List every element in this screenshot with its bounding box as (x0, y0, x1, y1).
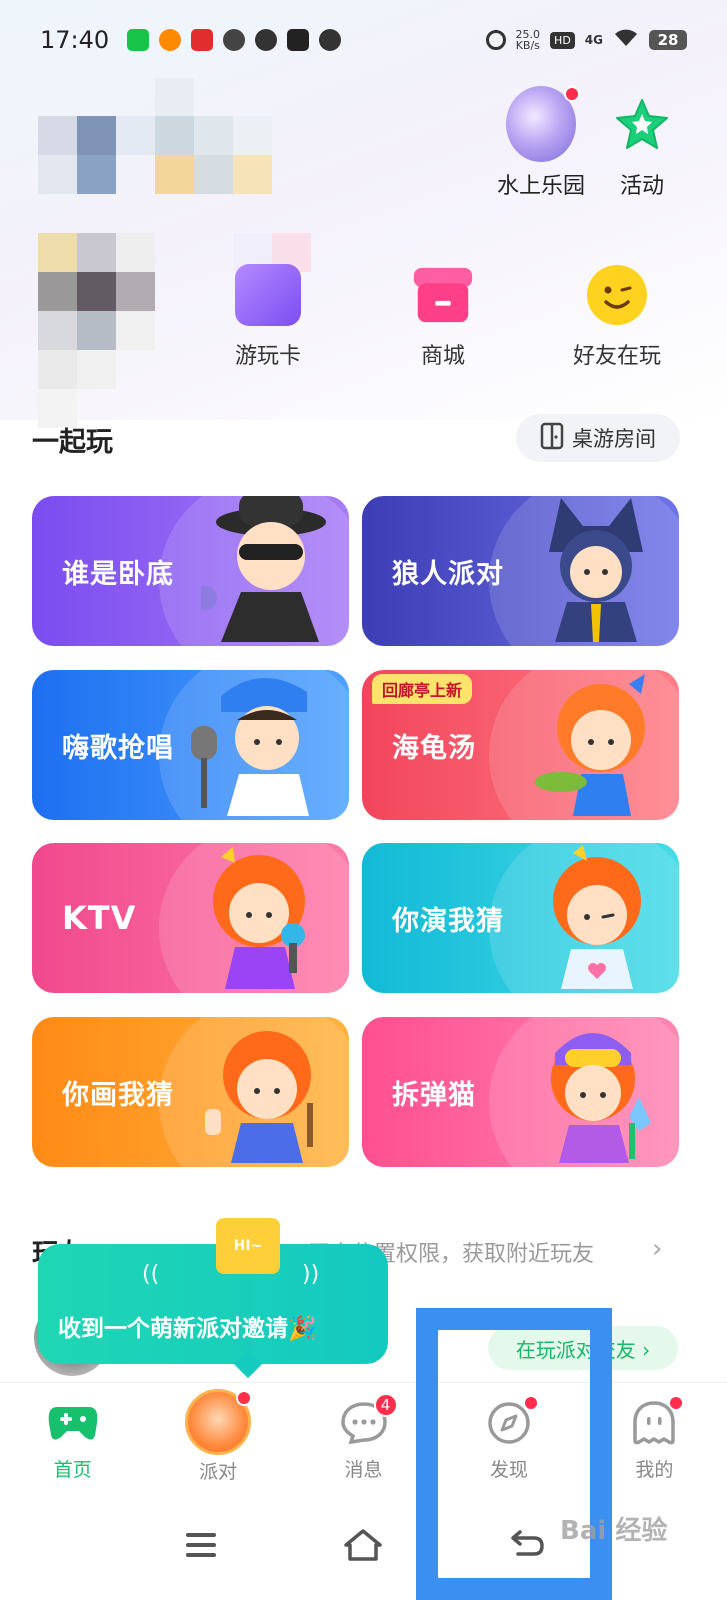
status-bar: 17:40 25.0 KB/s HD 4G 28 (0, 0, 727, 80)
message-count-badge: 4 (373, 1393, 398, 1417)
tab-me-label: 我的 (635, 1459, 674, 1481)
discover-red-dot (522, 1395, 539, 1411)
shop-icon (410, 262, 476, 328)
play-card-icon (235, 262, 301, 328)
tab-party-label: 派对 (199, 1461, 238, 1483)
game-card-defuse-cat[interactable]: 拆弹猫 (362, 1017, 679, 1167)
game-title: 嗨歌抢唱 (62, 732, 174, 764)
spy-character-icon (193, 496, 331, 646)
game-title: KTV (62, 899, 137, 937)
water-park-label: 水上乐园 (497, 174, 586, 199)
activity-button[interactable]: 活动 (612, 86, 672, 200)
tab-home-label: 首页 (53, 1459, 92, 1481)
game-title: 海龟汤 (392, 732, 476, 764)
tiktok-icon (287, 29, 310, 51)
battery-indicator: 28 (649, 30, 687, 50)
board-game-room-label: 桌游房间 (572, 427, 656, 451)
bottom-tab-bar: 首页 派对 4 消息 发现 我的 (0, 1382, 727, 1490)
party-red-dot (236, 1390, 253, 1406)
game-title: 你画我猜 (62, 1079, 174, 1111)
goggles-girl-character-icon (521, 1017, 661, 1167)
status-right: 25.0 KB/s HD 4G 28 (485, 28, 687, 52)
net-speed: 25.0 KB/s (515, 28, 541, 52)
home-icon[interactable] (343, 1525, 383, 1565)
party-avatar-icon (185, 1389, 253, 1455)
winking-girl-character-icon (521, 843, 661, 993)
compass-icon (483, 1395, 539, 1449)
activity-label: 活动 (619, 174, 664, 199)
play-card-shortcut[interactable]: 游玩卡 (208, 262, 328, 370)
wechat-icon (255, 29, 278, 51)
gamepad-icon (47, 1397, 99, 1449)
envelope-icon: HI~ (216, 1218, 280, 1274)
shop-label: 商城 (420, 344, 465, 369)
invite-text: 收到一个萌新派对邀请🎉 (58, 1316, 317, 1342)
game-card-act-guess[interactable]: 你演我猜 (362, 843, 679, 993)
shop-shortcut[interactable]: 商城 (383, 262, 503, 370)
back-icon[interactable] (506, 1525, 546, 1565)
iqiyi-icon (127, 29, 150, 51)
tab-messages[interactable]: 4 消息 (291, 1383, 436, 1490)
status-time: 17:40 (40, 26, 110, 54)
girl-with-microphone-character-icon (181, 843, 331, 993)
tab-me[interactable]: 我的 (582, 1383, 727, 1490)
girl-with-soup-character-icon (521, 670, 661, 820)
door-icon (540, 422, 564, 455)
game-card-werewolf[interactable]: 狼人派对 (362, 496, 679, 646)
tab-discover-label: 发现 (489, 1459, 528, 1481)
friend-playing-shortcut[interactable]: 好友在玩 (557, 262, 677, 370)
party-invite-popup[interactable]: (( HI~ )) 收到一个萌新派对邀请🎉 (38, 1218, 388, 1379)
wolf-costume-character-icon (531, 496, 661, 646)
sound-wave-icon: )) (302, 1262, 320, 1287)
tab-home[interactable]: 首页 (0, 1383, 145, 1490)
hi-label: HI~ (233, 1238, 263, 1254)
profile-face-icon (628, 1395, 685, 1449)
water-park-red-dot (564, 86, 580, 102)
chevron-right-icon[interactable]: › (652, 1234, 662, 1264)
weibo-icon (159, 29, 182, 51)
painter-girl-character-icon (191, 1017, 331, 1167)
message-icon (319, 29, 342, 51)
notification-icons (127, 29, 342, 51)
app-icon (191, 29, 214, 51)
game-card-ktv[interactable]: KTV (32, 843, 349, 993)
game-title: 你演我猜 (392, 905, 504, 937)
game-card-sing-grab[interactable]: 嗨歌抢唱 (32, 670, 349, 820)
speed-icon (223, 29, 246, 51)
play-together-title: 一起玩 (32, 427, 113, 458)
wifi-icon (613, 28, 639, 52)
water-park-button[interactable]: 水上乐园 (497, 86, 585, 200)
me-red-dot (668, 1395, 685, 1411)
game-title: 谁是卧底 (62, 558, 174, 590)
game-card-turtle-soup[interactable]: 回廊亭上新 海龟汤 (362, 670, 679, 820)
alarm-icon (485, 30, 506, 50)
popup-arrow (233, 1349, 263, 1379)
signal-icon: 4G (584, 33, 603, 47)
game-title: 狼人派对 (392, 558, 504, 590)
playing-party-tag[interactable]: 在玩派对交友 › (488, 1326, 678, 1370)
friend-playing-label: 好友在玩 (572, 344, 661, 369)
tab-discover[interactable]: 发现 (436, 1383, 581, 1490)
friend-playing-icon (584, 262, 650, 328)
tab-party[interactable]: 派对 (145, 1383, 290, 1490)
game-card-undercover[interactable]: 谁是卧底 (32, 496, 349, 646)
play-card-label: 游玩卡 (234, 344, 301, 369)
board-game-room-button[interactable]: 桌游房间 (516, 414, 680, 462)
game-card-draw-guess[interactable]: 你画我猜 (32, 1017, 349, 1167)
new-badge: 回廊亭上新 (372, 674, 473, 704)
watermark: Bai 经验 (560, 1516, 668, 1546)
water-park-globe-icon (506, 86, 580, 162)
singer-boy-character-icon (181, 670, 331, 820)
star-icon (612, 86, 672, 162)
tab-messages-label: 消息 (344, 1459, 383, 1481)
hd-badge: HD (550, 31, 575, 49)
chat-bubble-icon: 4 (338, 1393, 398, 1449)
game-title: 拆弹猫 (392, 1079, 476, 1111)
sound-wave-icon: (( (142, 1262, 160, 1287)
menu-icon[interactable] (181, 1525, 221, 1565)
